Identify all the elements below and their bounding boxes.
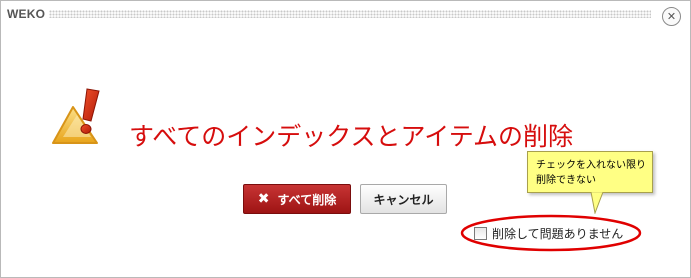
titlebar-grip bbox=[49, 10, 651, 18]
dialog-title: WEKO bbox=[7, 7, 46, 21]
delete-all-label: すべて削除 bbox=[277, 192, 337, 207]
cancel-label: キャンセル bbox=[373, 192, 434, 207]
tooltip-line-2: 削除できない bbox=[536, 175, 596, 186]
close-icon[interactable]: ✕ bbox=[662, 7, 681, 26]
annotation-tooltip: チェックを入れない限り 削除できない bbox=[527, 151, 653, 193]
delete-warning-headline: すべてのインデックスとアイテムの削除 bbox=[129, 122, 574, 151]
x-icon: ✖ bbox=[257, 191, 270, 207]
delete-all-button[interactable]: ✖ すべて削除 bbox=[243, 184, 351, 214]
dialog-titlebar[interactable]: WEKO ✕ bbox=[1, 1, 690, 29]
highlight-ellipse bbox=[460, 214, 642, 252]
tooltip-tail bbox=[590, 192, 604, 214]
cancel-button[interactable]: キャンセル bbox=[360, 184, 447, 214]
delete-all-dialog: WEKO ✕ すべてのインデックスとアイテムの削除 ✖ すべて削除 キャンセル … bbox=[0, 0, 691, 278]
warning-icon bbox=[52, 88, 100, 144]
tooltip-line-1: チェックを入れない限り bbox=[536, 160, 646, 171]
